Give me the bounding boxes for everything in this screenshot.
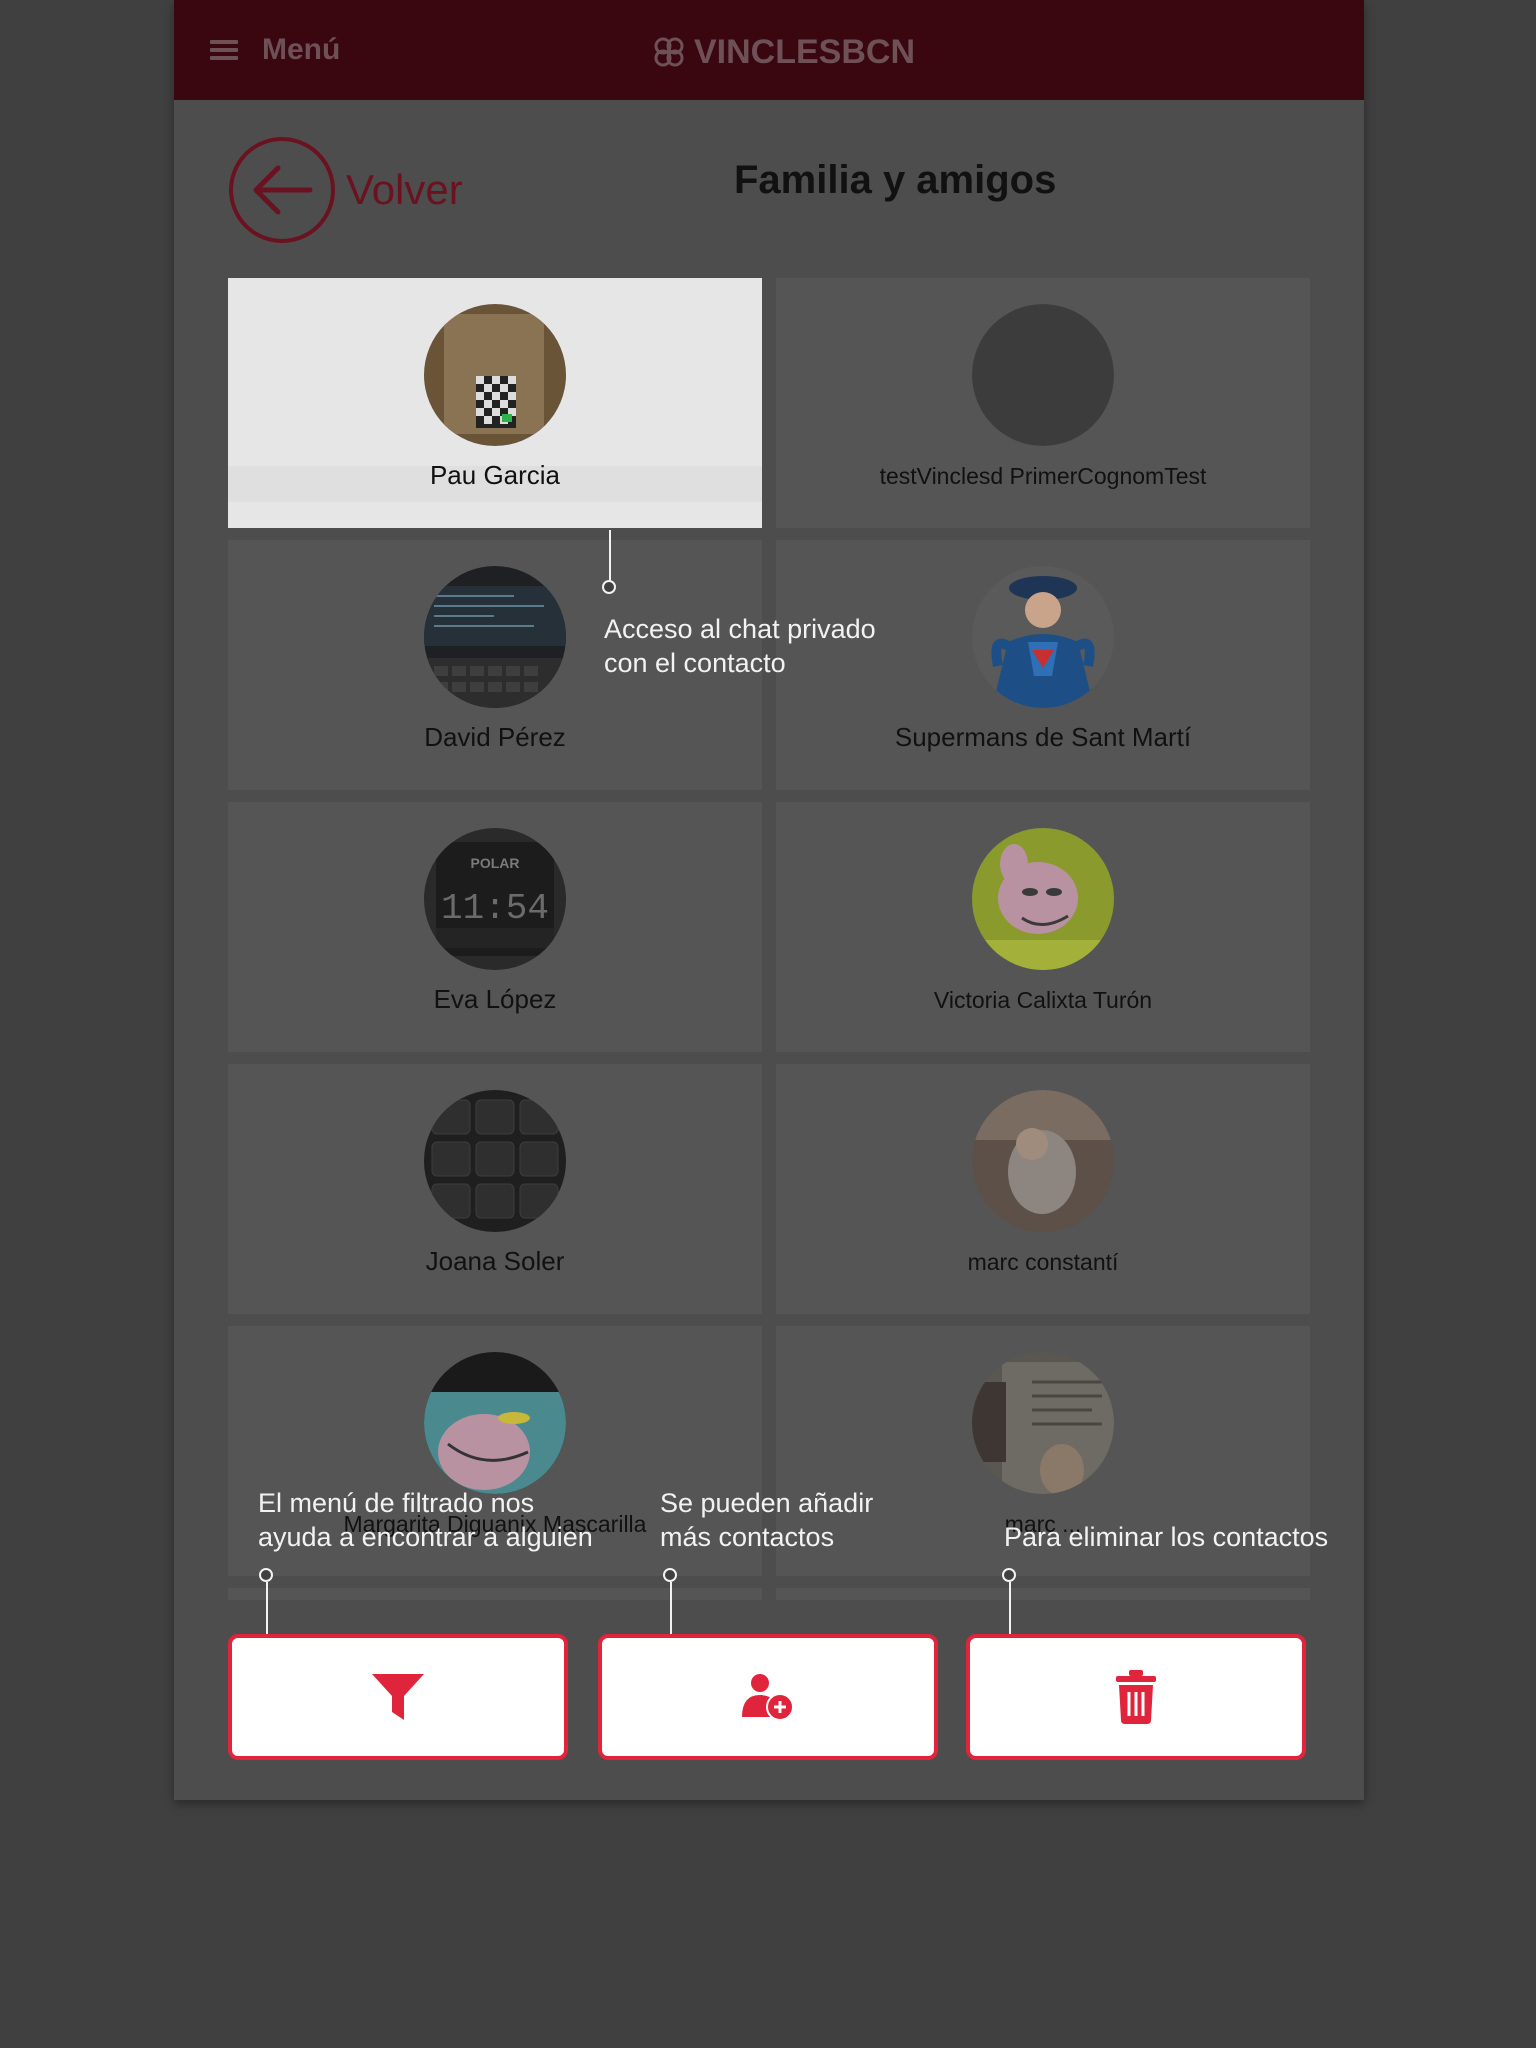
contact-avatar: POLAR 11:54 <box>424 828 566 970</box>
callout-chat: Acceso al chat privado con el contacto <box>604 612 876 680</box>
delete-contact-button[interactable] <box>966 1634 1306 1760</box>
top-bar: Menú VINCLESBCN <box>174 0 1364 100</box>
contact-name: David Pérez <box>424 722 566 752</box>
contact-name: Supermans de Sant Martí <box>894 722 1192 752</box>
contact-avatar <box>424 1090 566 1232</box>
callout-dot-chat <box>602 580 616 594</box>
callout-chat-line2: con el contacto <box>604 648 786 678</box>
contact-avatar <box>424 1352 566 1494</box>
contact-card-eva-lopez[interactable]: POLAR 11:54 Eva López <box>228 802 762 1052</box>
contact-avatar <box>972 1352 1114 1494</box>
filter-button[interactable] <box>228 1634 568 1760</box>
add-user-icon <box>742 1674 794 1721</box>
callout-add: Se pueden añadir más contactos <box>660 1486 873 1554</box>
contacts-grid: Pau Garcia testVinclesd PrimerCognomTest <box>228 278 1310 1600</box>
hamburger-icon <box>210 40 238 60</box>
filter-icon <box>372 1674 424 1720</box>
callout-leader-filter <box>266 1582 268 1634</box>
back-button[interactable]: Volver <box>228 136 463 244</box>
contact-card-marc-constanti[interactable]: marc constantí <box>776 1064 1310 1314</box>
brand-name: VINCLESBCN <box>694 32 916 71</box>
contact-avatar <box>424 566 566 708</box>
contact-name: Victoria Calixta Turón <box>933 987 1153 1013</box>
callout-leader-delete <box>1009 1582 1011 1634</box>
contact-name: Joana Soler <box>425 1246 565 1276</box>
contact-name: Pau Garcia <box>429 460 561 490</box>
brand-logo: VINCLESBCN <box>652 30 915 74</box>
contact-avatar <box>972 828 1114 970</box>
callout-leader-add <box>670 1582 672 1634</box>
contact-avatar <box>424 304 566 446</box>
contact-avatar <box>972 304 1114 446</box>
contact-name: Eva López <box>433 984 557 1014</box>
contact-card-partial[interactable] <box>228 1588 762 1600</box>
callout-delete: Para eliminar los contactos <box>1004 1520 1328 1554</box>
contact-card-pau-garcia[interactable]: Pau Garcia <box>228 278 762 528</box>
callout-filter-line2: ayuda a encontrar a alguien <box>258 1522 593 1552</box>
vincles-logo-icon <box>654 37 684 67</box>
callout-filter-line1: El menú de filtrado nos <box>258 1488 535 1518</box>
svg-text:POLAR: POLAR <box>471 855 520 871</box>
callout-add-line2: más contactos <box>660 1522 835 1552</box>
contact-card-victoria[interactable]: Victoria Calixta Turón <box>776 802 1310 1052</box>
page-title: Familia y amigos <box>734 158 1057 202</box>
callout-dot-filter <box>259 1568 273 1582</box>
contact-avatar <box>972 566 1114 708</box>
callout-add-line1: Se pueden añadir <box>660 1488 874 1518</box>
menu-label: Menú <box>262 33 341 66</box>
callout-dot-delete <box>1002 1568 1016 1582</box>
callout-leader-chat <box>609 530 611 582</box>
callout-dot-add <box>663 1568 677 1582</box>
svg-text:11:54: 11:54 <box>441 888 549 929</box>
contact-card-testvinclesd[interactable]: testVinclesd PrimerCognomTest <box>776 278 1310 528</box>
add-contact-button[interactable] <box>598 1634 938 1760</box>
callout-filter: El menú de filtrado nos ayuda a encontra… <box>258 1486 593 1554</box>
contact-name: marc constantí <box>967 1249 1119 1275</box>
contact-name: testVinclesd PrimerCognomTest <box>879 463 1207 489</box>
trash-icon <box>1116 1670 1156 1724</box>
contact-avatar <box>972 1090 1114 1232</box>
menu-button[interactable]: Menú <box>210 28 340 72</box>
back-label: Volver <box>346 166 463 213</box>
callout-chat-line1: Acceso al chat privado <box>604 614 876 644</box>
callout-delete-line1: Para eliminar los contactos <box>1004 1522 1329 1552</box>
contact-card-partial[interactable] <box>776 1588 1310 1600</box>
arrow-left-circle-icon <box>229 137 335 243</box>
contact-card-joana-soler[interactable]: Joana Soler <box>228 1064 762 1314</box>
